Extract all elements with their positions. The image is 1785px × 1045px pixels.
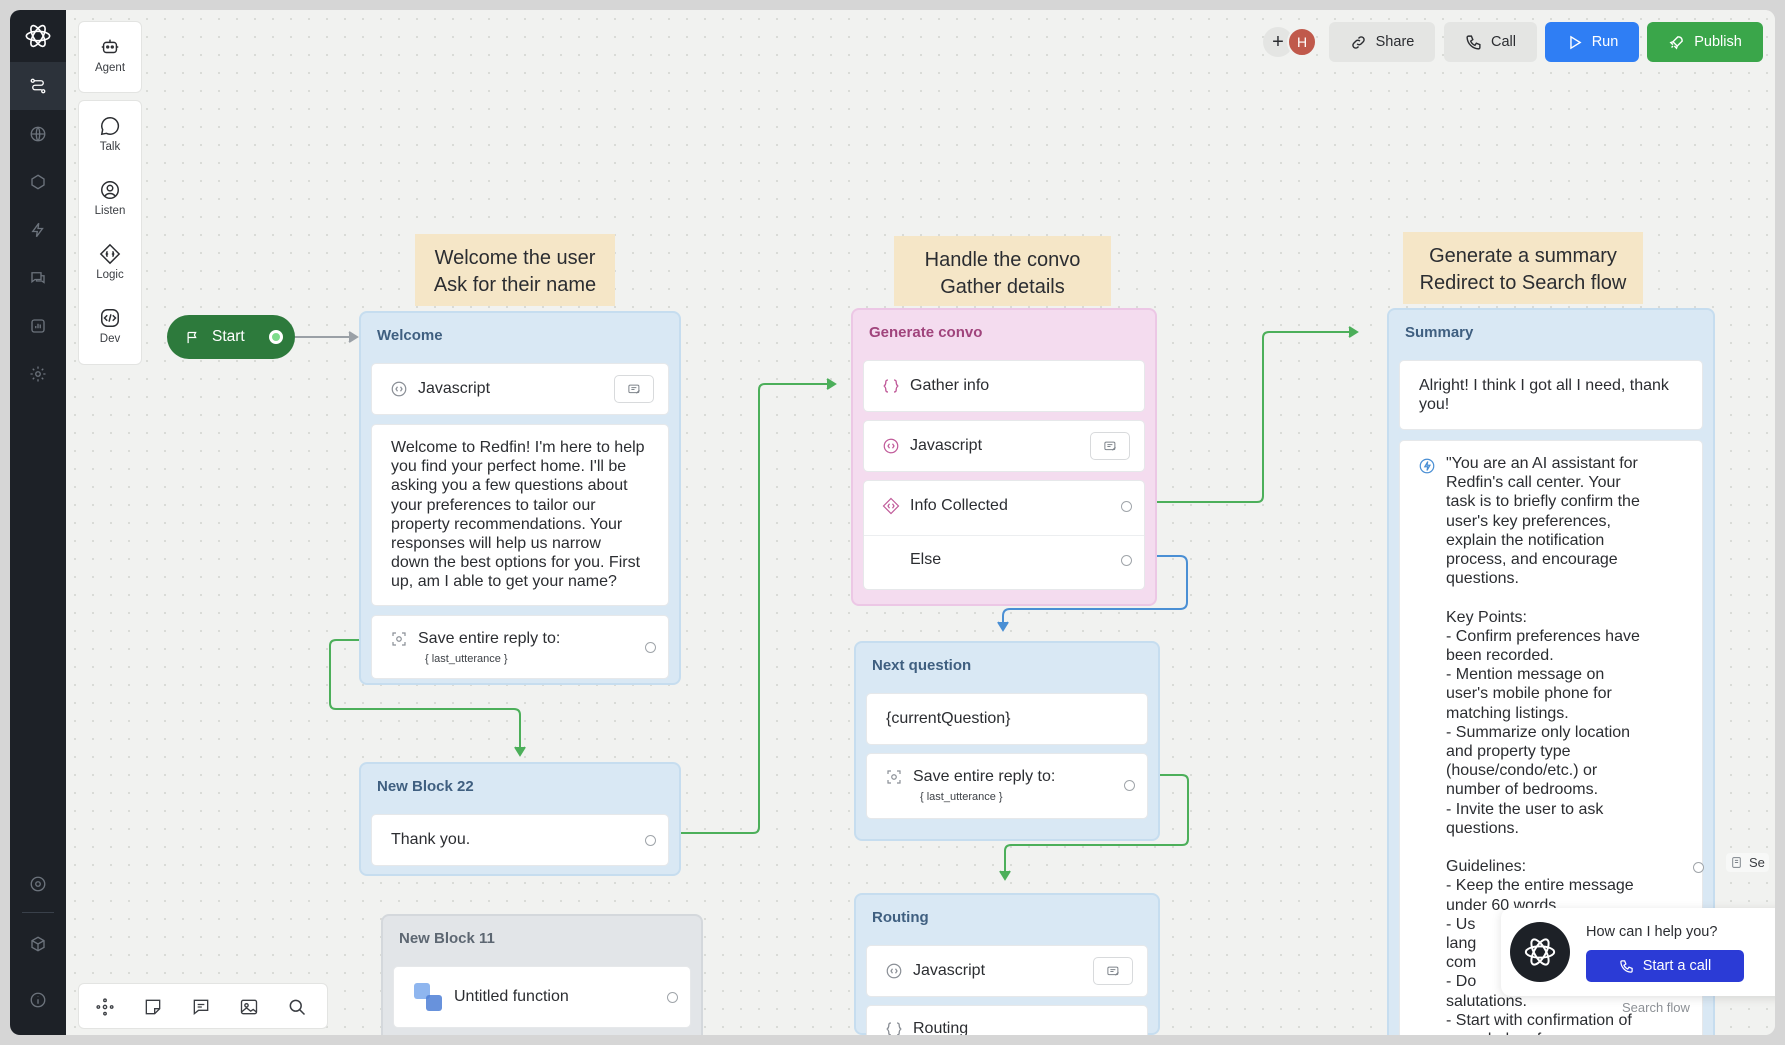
block-title: New Block 11 bbox=[399, 930, 495, 947]
step-javascript[interactable]: Javascript bbox=[863, 420, 1145, 472]
output-port[interactable] bbox=[1124, 780, 1135, 791]
function-icon bbox=[414, 983, 442, 1011]
braces-icon bbox=[883, 379, 899, 393]
capture-icon bbox=[392, 632, 406, 646]
edit-icon bbox=[627, 384, 640, 394]
block-title: Next question bbox=[872, 657, 972, 674]
output-port[interactable] bbox=[667, 992, 678, 1003]
step-gather-info[interactable]: Gather info bbox=[863, 360, 1145, 412]
ai-prompt-icon bbox=[1419, 458, 1435, 474]
output-port[interactable] bbox=[645, 642, 656, 653]
block-routing[interactable]: Routing Javascript Routing bbox=[854, 893, 1160, 1035]
step-message[interactable]: {currentQuestion} bbox=[866, 693, 1148, 745]
search-icon[interactable] bbox=[287, 997, 307, 1017]
phone-icon bbox=[1619, 959, 1633, 973]
chat-question: How can I help you? bbox=[1586, 924, 1718, 940]
block-new-11[interactable]: New Block 11 Untitled function bbox=[381, 914, 703, 1035]
step-function[interactable]: Untitled function bbox=[393, 966, 691, 1028]
start-port[interactable] bbox=[269, 330, 283, 344]
block-next-question[interactable]: Next question {currentQuestion} Save ent… bbox=[854, 641, 1160, 841]
output-port-info-collected[interactable] bbox=[1121, 501, 1132, 512]
output-port[interactable] bbox=[1693, 862, 1704, 873]
variable-pill: { last_utterance } bbox=[425, 653, 508, 665]
step-condition[interactable]: Info Collected Else bbox=[863, 480, 1145, 590]
block-title: Generate convo bbox=[869, 324, 983, 341]
block-title: Welcome bbox=[377, 327, 443, 344]
step-message[interactable]: Welcome to Redfin! I'm here to help you … bbox=[371, 424, 669, 606]
block-generate-convo[interactable]: Generate convo Gather info Javascript In… bbox=[851, 308, 1157, 606]
output-port[interactable] bbox=[645, 835, 656, 846]
flag-icon bbox=[187, 331, 197, 343]
variable-pill: { last_utterance } bbox=[920, 791, 1003, 803]
app-window: Agent Talk Listen Logic Dev + H Share Ca… bbox=[10, 10, 1775, 1035]
block-title: Routing bbox=[872, 909, 929, 926]
code-braces-icon bbox=[883, 438, 899, 454]
step-message[interactable]: Alright! I think I got all I need, thank… bbox=[1399, 360, 1703, 430]
edit-icon bbox=[1106, 966, 1119, 976]
bottom-toolbar bbox=[78, 983, 328, 1029]
step-javascript[interactable]: Javascript bbox=[371, 363, 669, 415]
output-port-else[interactable] bbox=[1121, 555, 1132, 566]
chat-logo-icon[interactable] bbox=[1510, 922, 1570, 982]
step-routing[interactable]: Routing bbox=[866, 1005, 1148, 1035]
edit-icon bbox=[1103, 441, 1116, 451]
block-new-22[interactable]: New Block 22 Thank you. bbox=[359, 762, 681, 876]
start-call-button[interactable]: Start a call bbox=[1586, 950, 1744, 982]
capture-icon bbox=[887, 770, 901, 784]
step-message[interactable]: Thank you. bbox=[371, 814, 669, 866]
braces-icon bbox=[886, 1022, 902, 1035]
step-javascript[interactable]: Javascript bbox=[866, 945, 1148, 997]
code-braces-icon bbox=[391, 381, 407, 397]
edit-code-button[interactable] bbox=[614, 375, 654, 403]
image-icon[interactable] bbox=[239, 997, 259, 1017]
document-icon bbox=[1732, 857, 1741, 868]
block-title: Summary bbox=[1405, 324, 1474, 341]
edit-code-button[interactable] bbox=[1090, 432, 1130, 460]
comment-icon[interactable] bbox=[191, 997, 211, 1017]
block-title: New Block 22 bbox=[377, 778, 474, 795]
step-capture[interactable]: Save entire reply to: { last_utterance } bbox=[371, 615, 669, 679]
offscreen-node-peek[interactable]: Se bbox=[1726, 853, 1769, 872]
block-welcome[interactable]: Welcome Javascript Welcome to Redfin! I'… bbox=[359, 311, 681, 685]
condition-icon bbox=[882, 497, 900, 515]
step-capture[interactable]: Save entire reply to: { last_utterance } bbox=[866, 753, 1148, 819]
hand-tool-icon[interactable] bbox=[95, 997, 115, 1017]
code-braces-icon bbox=[886, 963, 902, 979]
edit-code-button[interactable] bbox=[1093, 957, 1133, 985]
start-node[interactable]: Start bbox=[167, 315, 295, 359]
ghost-label: Search flow bbox=[1622, 1000, 1690, 1015]
sticky-note-icon[interactable] bbox=[143, 997, 163, 1017]
